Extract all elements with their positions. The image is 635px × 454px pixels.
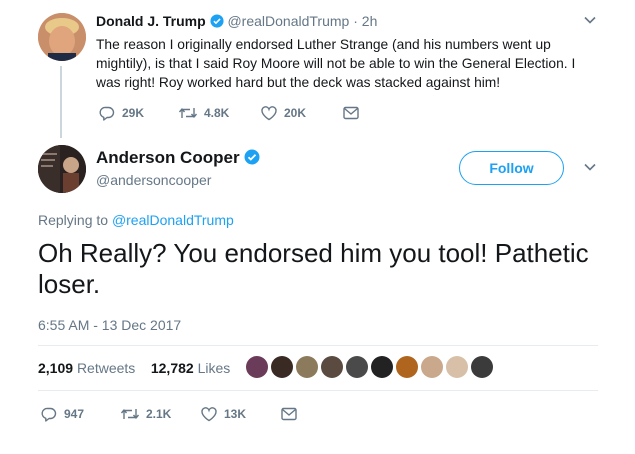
liker-avatar[interactable] xyxy=(296,356,318,378)
tweet1-text: The reason I originally endorsed Luther … xyxy=(96,37,576,90)
like-icon xyxy=(260,104,278,122)
thread-line xyxy=(60,66,62,138)
verified-icon xyxy=(210,14,224,31)
replying-to-handle[interactable]: @realDonaldTrump xyxy=(112,212,234,228)
tweet1-display-name[interactable]: Donald J. Trump xyxy=(96,13,206,29)
tweet2-text: Oh Really? You endorsed him you tool! Pa… xyxy=(38,238,589,299)
tweet1-actions: 29K 4.8K 20K xyxy=(98,104,360,122)
tweet2-dm-button[interactable] xyxy=(280,406,298,422)
tweet2-retweet-count: 2.1K xyxy=(146,407,172,421)
tweet2-display-name[interactable]: Anderson Cooper xyxy=(96,148,240,167)
direct-message-icon xyxy=(342,105,360,121)
liker-avatar[interactable] xyxy=(271,356,293,378)
tweet1-reply-count: 29K xyxy=(122,106,145,120)
chevron-down-icon[interactable] xyxy=(583,13,597,32)
reply-icon xyxy=(40,405,58,423)
liker-avatar[interactable] xyxy=(446,356,468,378)
tweet2-handle[interactable]: @andersoncooper xyxy=(96,172,211,188)
tweet1-separator: · xyxy=(353,13,358,29)
tweet1-like-button[interactable]: 20K xyxy=(260,104,342,122)
tweet2-like-button[interactable]: 13K xyxy=(200,405,280,423)
liker-avatar[interactable] xyxy=(396,356,418,378)
tweet2-retweet-button[interactable]: 2.1K xyxy=(120,405,200,423)
likes-label: Likes xyxy=(197,360,231,376)
retweets-label: Retweets xyxy=(76,360,136,376)
tweet1-time[interactable]: 2h xyxy=(362,13,378,29)
tweet1-like-count: 20K xyxy=(284,106,307,120)
retweet-total: 2,109 xyxy=(38,360,74,376)
direct-message-icon xyxy=(280,406,298,422)
tweet2-header: Anderson Cooper xyxy=(96,148,260,170)
verified-icon xyxy=(244,149,260,170)
divider xyxy=(38,390,598,391)
reply-icon xyxy=(98,104,116,122)
follow-button[interactable]: Follow xyxy=(459,151,564,185)
replying-to-label: Replying to xyxy=(38,212,109,228)
divider xyxy=(38,345,598,346)
tweet1-handle[interactable]: @realDonaldTrump xyxy=(227,13,349,29)
tweet1-dm-button[interactable] xyxy=(342,105,360,121)
tweet2-reply-button[interactable]: 947 xyxy=(40,405,120,423)
likes-stat[interactable]: 12,782 Likes xyxy=(151,360,230,376)
trump-avatar[interactable] xyxy=(38,13,86,61)
tweet2-actions: 947 2.1K 13K xyxy=(40,405,298,423)
retweet-icon xyxy=(178,104,198,122)
tweet2-timestamp[interactable]: 6:55 AM - 13 Dec 2017 xyxy=(38,317,181,333)
retweets-stat[interactable]: 2,109 Retweets xyxy=(38,360,135,376)
tweet2-reply-count: 947 xyxy=(64,407,85,421)
retweet-icon xyxy=(120,405,140,423)
tweet1-retweet-count: 4.8K xyxy=(204,106,230,120)
tweet1-reply-button[interactable]: 29K xyxy=(98,104,178,122)
anderson-cooper-avatar[interactable] xyxy=(38,145,86,193)
tweet2-like-count: 13K xyxy=(224,407,247,421)
liker-avatar[interactable] xyxy=(421,356,443,378)
liker-avatar[interactable] xyxy=(246,356,268,378)
liker-avatar[interactable] xyxy=(321,356,343,378)
replying-to: Replying to @realDonaldTrump xyxy=(38,212,234,228)
like-icon xyxy=(200,405,218,423)
liker-avatars xyxy=(246,356,493,378)
like-total: 12,782 xyxy=(150,360,194,376)
tweet1-header: Donald J. Trump @realDonaldTrump · 2h xyxy=(96,13,377,31)
liker-avatar[interactable] xyxy=(471,356,493,378)
chevron-down-icon[interactable] xyxy=(583,160,597,179)
tweet2-stats: 2,109 Retweets 12,782 Likes xyxy=(38,360,230,376)
tweet1-retweet-button[interactable]: 4.8K xyxy=(178,104,260,122)
liker-avatar[interactable] xyxy=(346,356,368,378)
liker-avatar[interactable] xyxy=(371,356,393,378)
